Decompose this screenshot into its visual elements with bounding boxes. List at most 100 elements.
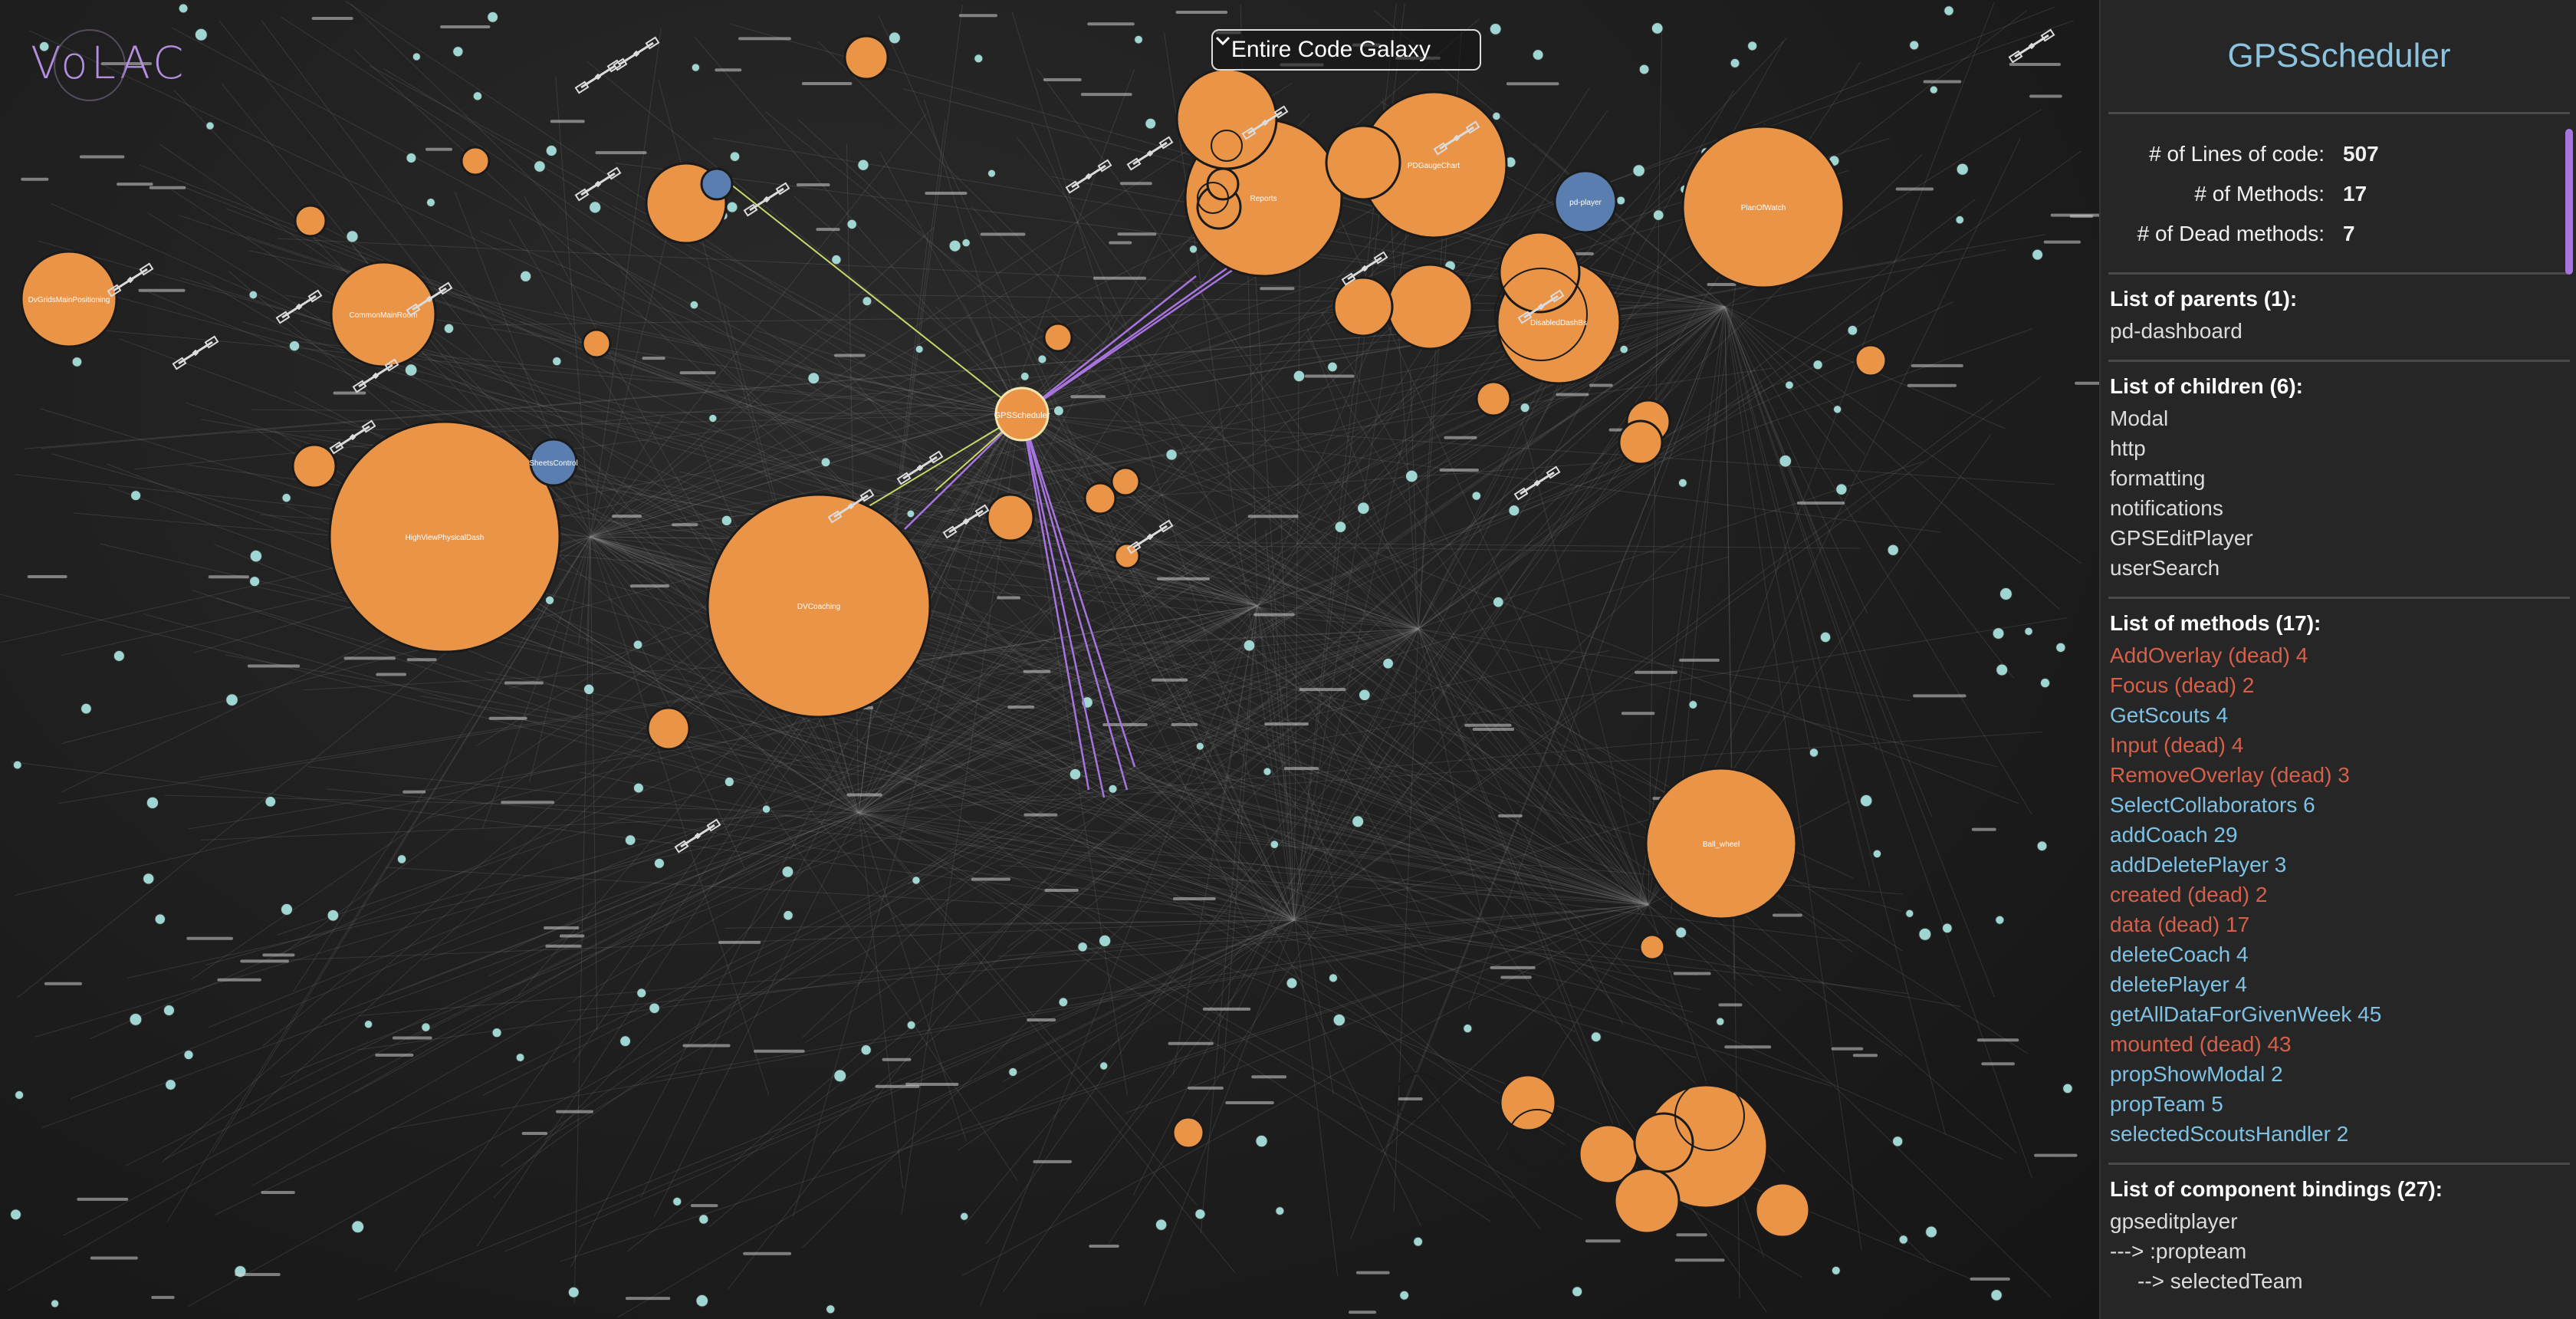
- logo-ring: [54, 29, 126, 101]
- child-item[interactable]: GPSEditPlayer: [2110, 523, 2568, 553]
- tiny-label: [402, 790, 426, 794]
- method-item[interactable]: SelectCollaborators 6: [2110, 790, 2568, 820]
- tiny-label: [2043, 240, 2081, 244]
- galaxy-graph[interactable]: GPSScheduler HighViewPhysicalDash DVCoachi…: [0, 0, 2099, 1319]
- dependency-edge: [1418, 628, 1911, 702]
- method-item[interactable]: Input (dead) 4: [2110, 730, 2568, 760]
- leaf-node: [472, 91, 483, 101]
- method-item[interactable]: data (dead) 17: [2110, 909, 2568, 939]
- method-item[interactable]: created (dead) 2: [2110, 880, 2568, 909]
- child-item[interactable]: http: [2110, 433, 2568, 463]
- tiny-label: [27, 574, 67, 578]
- leaf-node: [346, 230, 359, 243]
- leaf-node: [915, 344, 924, 354]
- dependency-edge: [480, 231, 1419, 630]
- tiny-label: [682, 1044, 731, 1048]
- child-item[interactable]: notifications: [2110, 493, 2568, 523]
- leaf-node: [1898, 1235, 1908, 1245]
- leaf-node: [1632, 164, 1645, 177]
- tiny-label: [1589, 383, 1613, 387]
- tiny-label: [1439, 469, 1479, 472]
- leaf-node: [426, 198, 435, 208]
- leaf-node: [1918, 927, 1932, 941]
- leaf-node: [1999, 587, 2013, 600]
- method-item[interactable]: addDeletePlayer 3: [2110, 850, 2568, 880]
- child-item[interactable]: userSearch: [2110, 553, 2568, 583]
- leaf-node: [1155, 1219, 1168, 1231]
- component-node: [581, 328, 612, 359]
- method-item[interactable]: mounted (dead) 43: [2110, 1029, 2568, 1059]
- scope-dropdown[interactable]: Entire Code Galaxy: [1211, 29, 1481, 71]
- dependency-edge: [573, 536, 591, 1304]
- tiny-label: [1852, 1054, 1878, 1058]
- tiny-label: [1718, 1003, 1743, 1007]
- tiny-label: [1109, 241, 1132, 245]
- leaf-node: [15, 1090, 25, 1100]
- leaf-node: [1471, 491, 1482, 501]
- dependency-edge: [1019, 413, 2019, 804]
- tiny-label: [801, 81, 853, 85]
- child-item[interactable]: Modal: [2110, 403, 2568, 433]
- leaf-node: [1675, 926, 1687, 939]
- component-node: [1638, 933, 1666, 961]
- tiny-label: [311, 16, 353, 20]
- methods-header: List of methods (17):: [2110, 611, 2321, 635]
- tiny-label: [1913, 694, 1967, 698]
- dependency-edge: [1724, 306, 2033, 1179]
- dependency-edge: [1724, 306, 1868, 614]
- tiny-label: [79, 155, 125, 159]
- leaf-node: [1996, 663, 2009, 676]
- method-item[interactable]: deleteCoach 4: [2110, 939, 2568, 969]
- binding-item[interactable]: ---> :propteam: [2110, 1236, 2568, 1266]
- leaf-node: [1619, 344, 1629, 354]
- leaf-node: [632, 782, 644, 794]
- leaf-node: [724, 776, 734, 788]
- metric-label: # of Lines of code:: [2149, 142, 2325, 166]
- leaf-node: [1779, 454, 1792, 468]
- method-item[interactable]: AddOverlay (dead) 4: [2110, 640, 2568, 670]
- selected-node-label: GPSScheduler: [994, 411, 1050, 420]
- dependency-edge: [1237, 628, 1419, 1011]
- method-item[interactable]: GetScouts 4: [2110, 700, 2568, 730]
- binding-item[interactable]: --> selectedTeam: [2110, 1266, 2568, 1296]
- binding-item[interactable]: gpseditplayer: [2110, 1206, 2568, 1236]
- tiny-label: [1923, 80, 1962, 84]
- method-item[interactable]: RemoveOverlay (dead) 3: [2110, 760, 2568, 790]
- tiny-label: [559, 934, 585, 938]
- dependency-edge: [1019, 413, 2029, 1054]
- leaf-node: [1099, 934, 1112, 947]
- sidebar-scrollbar[interactable]: [2565, 129, 2573, 275]
- leaf-node: [624, 834, 636, 846]
- code-galaxy-canvas[interactable]: GPSScheduler HighViewPhysicalDash DVCoachi…: [0, 0, 2099, 1319]
- method-item[interactable]: propShowModal 2: [2110, 1059, 2568, 1089]
- details-sidebar[interactable]: GPSScheduler # of Lines of code: 507 # o…: [2099, 0, 2576, 1319]
- leaf-node: [831, 254, 842, 265]
- leaf-node: [906, 509, 915, 518]
- tiny-label: [235, 1273, 281, 1277]
- leaf-node: [1747, 41, 1758, 51]
- dependency-edge: [29, 30, 1258, 607]
- child-item[interactable]: formatting: [2110, 463, 2568, 493]
- method-item[interactable]: deletePlayer 4: [2110, 969, 2568, 999]
- tiny-label: [642, 357, 665, 360]
- leaf-node: [396, 854, 407, 864]
- method-item[interactable]: getAllDataForGivenWeek 45: [2110, 999, 2568, 1029]
- tiny-label: [501, 801, 555, 804]
- leaf-node: [1020, 371, 1030, 381]
- tiny-label: [718, 940, 761, 944]
- parent-item[interactable]: pd-dashboard: [2110, 316, 2568, 346]
- method-item[interactable]: propTeam 5: [2110, 1089, 2568, 1119]
- leaf-node: [404, 363, 418, 377]
- leaf-node: [906, 1020, 916, 1030]
- method-item[interactable]: addCoach 29: [2110, 820, 2568, 850]
- leaf-node: [351, 1220, 365, 1234]
- component-node: [1113, 542, 1141, 570]
- method-item[interactable]: selectedScoutsHandler 2: [2110, 1119, 2568, 1149]
- tiny-label: [504, 681, 544, 685]
- tiny-label: [117, 183, 153, 186]
- dependency-edge: [63, 605, 1258, 1236]
- bindings-section: List of component bindings (27): gpsedit…: [2101, 1165, 2576, 1310]
- method-item[interactable]: Focus (dead) 2: [2110, 670, 2568, 700]
- leaf-node: [1165, 449, 1178, 461]
- tiny-label: [738, 37, 791, 41]
